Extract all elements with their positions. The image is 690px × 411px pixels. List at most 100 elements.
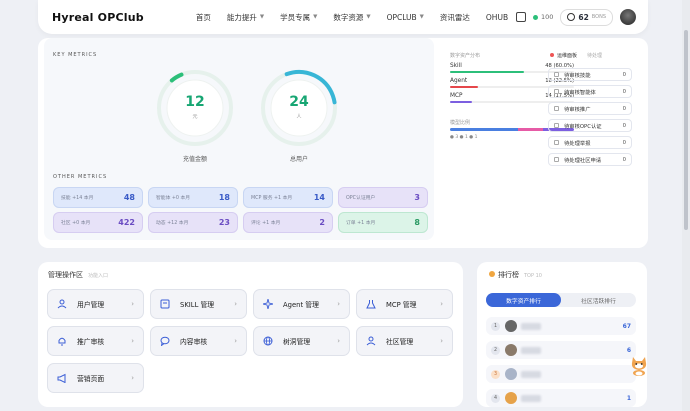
nav-opclub[interactable]: OPCLUB ▼	[387, 13, 424, 22]
chevron-down-icon: ▼	[313, 14, 318, 20]
nav-label: 能力提升	[226, 12, 257, 22]
avatar[interactable]	[620, 9, 636, 25]
nav-digital[interactable]: 数字资源 ▼	[333, 12, 370, 23]
tile-value: 422	[118, 218, 135, 227]
button-label: 推广审核	[77, 338, 105, 346]
todo-label: 待处理举报	[564, 140, 591, 147]
metric-tile[interactable]: 社区 +0 本月 422	[53, 212, 143, 233]
user-name-blurred	[521, 370, 541, 378]
points-value: 100	[540, 13, 554, 21]
metric-tile[interactable]: MCP 服务 +1 本月 14	[243, 187, 333, 208]
globe-icon	[263, 336, 273, 346]
page-scrollbar[interactable]	[682, 0, 690, 411]
tile-value: 18	[218, 193, 230, 202]
tile-value: 3	[414, 193, 420, 202]
main-nav: 首页 能力提升 ▼ 学员专属 ▼ 数字资源 ▼ OPCLUB ▼ 资讯雷达 OHUB	[196, 12, 508, 23]
button-label: 树洞管理	[283, 338, 311, 346]
scrollbar-thumb[interactable]	[684, 30, 688, 230]
task-icon	[554, 106, 559, 111]
skill-manage-button[interactable]: SKILL 管理 ›	[150, 289, 247, 319]
todo-item[interactable]: 待处理社区申请 0	[548, 153, 632, 166]
nav-ohub[interactable]: OHUB	[486, 13, 508, 22]
rank-number: 1	[491, 321, 500, 331]
bell-icon	[57, 336, 67, 346]
ring-value: 24	[289, 94, 309, 110]
content-review-button[interactable]: 内容审核 ›	[150, 326, 247, 356]
rank-value: 1	[626, 394, 631, 402]
avatar	[505, 392, 517, 404]
trophy-icon	[489, 271, 495, 277]
metric-tile[interactable]: 动态 +12 本月 23	[148, 212, 238, 233]
todo-item[interactable]: 待审核智能体 0	[548, 85, 632, 98]
agent-manage-button[interactable]: Agent 管理 ›	[253, 289, 350, 319]
user-name-blurred	[521, 346, 541, 354]
todo-count: 0	[622, 122, 626, 129]
rank-number: 2	[491, 345, 500, 355]
coin-value: 62	[578, 12, 589, 22]
ring-caption: 充值金额	[182, 156, 207, 163]
todo-count: 0	[622, 105, 626, 112]
metric-tile[interactable]: 技能 +14 本月 48	[53, 187, 143, 208]
chevron-right-icon: ›	[234, 337, 237, 345]
tab-community-active[interactable]: 社区活跃排行	[561, 293, 636, 307]
ranking-row[interactable]: 1 67	[486, 317, 636, 335]
task-icon	[554, 72, 559, 77]
todo-count: 0	[622, 88, 626, 95]
todo-item[interactable]: 待审核推广 0	[548, 102, 632, 115]
ring-caption: 总用户	[289, 156, 308, 163]
ranking-row[interactable]: 26	[486, 341, 636, 359]
logo[interactable]: Hyreal OPClub	[52, 11, 144, 24]
distribution-title: 数字资产分布	[450, 53, 481, 59]
community-manage-button[interactable]: 社区管理 ›	[356, 326, 453, 356]
nav-home[interactable]: 首页	[196, 12, 211, 23]
tile-label: 社区 +0 本月	[61, 221, 91, 226]
marketing-page-button[interactable]: 营销页面 ›	[47, 363, 144, 393]
todo-header: 运维面板 待处理	[550, 52, 602, 59]
button-label: Agent 管理	[283, 301, 319, 309]
points-dot-icon	[532, 14, 538, 20]
todo-count: 0	[622, 156, 626, 163]
todo-item[interactable]: 待审核OPC认证 0	[548, 119, 632, 132]
ranking-tabs: 数字资产排行 社区活跃排行	[486, 293, 636, 307]
tile-label: MCP 服务 +1 本月	[251, 196, 293, 201]
users-icon	[57, 299, 67, 309]
metric-tile[interactable]: 智能体 +0 本月 18	[148, 187, 238, 208]
tile-value: 48	[123, 193, 135, 202]
nav-label: 首页	[195, 12, 211, 22]
ranking-subtitle: TOP 10	[524, 273, 542, 279]
chevron-down-icon: ▼	[259, 14, 265, 20]
cat-mascot-icon[interactable]	[628, 354, 650, 376]
todo-item[interactable]: 待审核技能 0	[548, 68, 632, 81]
todo-label: 待审核推广	[564, 106, 591, 113]
tab-digital-assets[interactable]: 数字资产排行	[486, 293, 561, 307]
metric-tile[interactable]: 评论 +1 本月 2	[243, 212, 333, 233]
nav-label: OHUB	[485, 12, 509, 22]
ranking-row[interactable]: 3	[486, 365, 636, 383]
tile-value: 14	[313, 193, 325, 202]
todo-item[interactable]: 待处理举报 0	[548, 136, 632, 149]
tile-label: OPC认证用户	[346, 196, 376, 201]
mcp-manage-button[interactable]: MCP 管理 ›	[356, 289, 453, 319]
treehole-manage-button[interactable]: 树洞管理 ›	[253, 326, 350, 356]
metric-tile[interactable]: OPC认证用户 3	[338, 187, 428, 208]
promo-review-button[interactable]: 推广审核 ›	[47, 326, 144, 356]
key-metrics-label: KEY METRICS	[53, 52, 98, 58]
document-icon[interactable]	[515, 12, 526, 22]
ring-users: 24 人	[257, 66, 341, 150]
nav-members[interactable]: 学员专属 ▼	[280, 12, 317, 23]
tile-label: 动态 +12 本月	[156, 221, 189, 226]
metric-tile[interactable]: 订单 +1 本月 8	[338, 212, 428, 233]
avatar	[505, 368, 517, 380]
chevron-down-icon: ▼	[419, 14, 424, 20]
button-label: MCP 管理	[386, 301, 417, 309]
coin-balance[interactable]: 62 BONS	[560, 8, 613, 26]
ranking-panel: 排行榜 TOP 10 数字资产排行 社区活跃排行 1 67 26 3 41	[477, 262, 647, 407]
nav-skills[interactable]: 能力提升 ▼	[227, 12, 264, 23]
todo-title: 运维面板	[557, 53, 578, 59]
ranking-row[interactable]: 41	[486, 389, 636, 407]
user-manage-button[interactable]: 用户管理 ›	[47, 289, 144, 319]
coin-icon	[567, 13, 576, 21]
nav-label: 资讯雷达	[439, 12, 470, 22]
chat-icon	[160, 336, 170, 346]
nav-radar[interactable]: 资讯雷达	[440, 12, 470, 23]
